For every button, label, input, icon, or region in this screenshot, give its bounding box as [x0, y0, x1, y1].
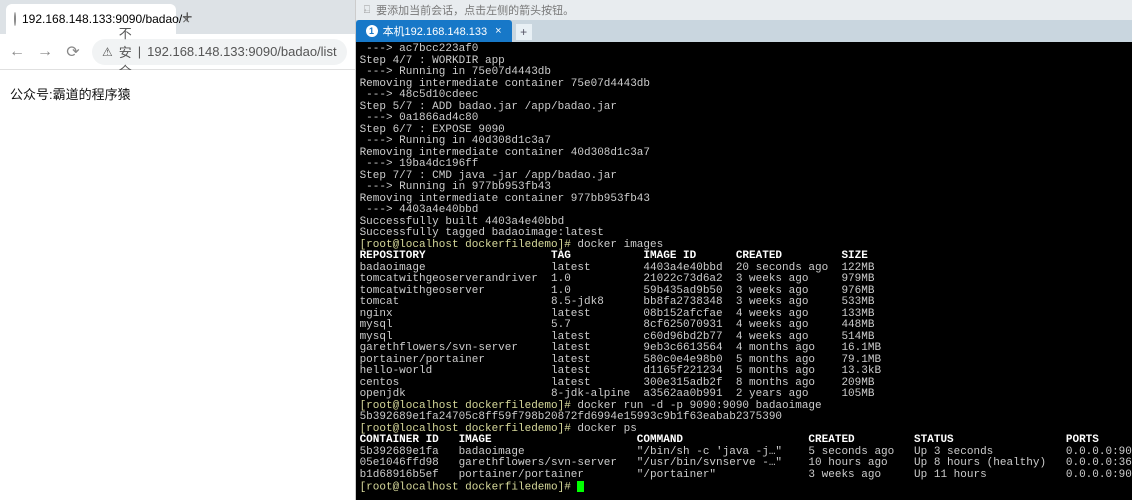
- warning-icon: ⚠: [102, 45, 113, 59]
- forward-icon[interactable]: →: [36, 43, 54, 61]
- globe-icon: [14, 12, 16, 26]
- reload-icon[interactable]: ⟳: [64, 42, 82, 62]
- terminal-pane: ⍇ 要添加当前会话，点击左侧的箭头按钮。 1 本机192.168.148.133…: [356, 0, 1132, 500]
- terminal-tabs: 1 本机192.168.148.133 × +: [356, 20, 1132, 42]
- hint-bar: ⍇ 要添加当前会话，点击左侧的箭头按钮。: [356, 0, 1132, 20]
- hint-text: 要添加当前会话，点击左侧的箭头按钮。: [376, 2, 574, 18]
- tab-title: 192.168.148.133:9090/badao/: [22, 12, 182, 26]
- url-text: 192.168.148.133:9090/badao/list: [147, 44, 336, 59]
- tab-index-icon: 1: [366, 25, 378, 37]
- back-icon[interactable]: ←: [8, 43, 26, 61]
- separator: |: [138, 44, 141, 59]
- terminal-output[interactable]: ---> ac7bcc223af0 Step 4/7 : WORKDIR app…: [356, 42, 1132, 500]
- new-tab-button[interactable]: +: [182, 7, 193, 28]
- browser-pane: 192.168.148.133:9090/badao/ × + ← → ⟳ ⚠ …: [0, 0, 356, 500]
- browser-tab[interactable]: 192.168.148.133:9090/badao/ ×: [6, 4, 176, 34]
- browser-tab-bar: 192.168.148.133:9090/badao/ × +: [0, 0, 355, 34]
- url-field[interactable]: ⚠ 不安全 | 192.168.148.133:9090/badao/list: [92, 39, 347, 65]
- close-icon[interactable]: ×: [495, 25, 501, 37]
- arrow-icon: ⍇: [364, 4, 371, 17]
- page-content: 公众号:霸道的程序猿: [0, 70, 355, 500]
- address-bar: ← → ⟳ ⚠ 不安全 | 192.168.148.133:9090/badao…: [0, 34, 355, 70]
- terminal-tab-label: 本机192.168.148.133: [383, 23, 488, 39]
- terminal-tab[interactable]: 1 本机192.168.148.133 ×: [356, 20, 512, 42]
- page-text: 公众号:霸道的程序猿: [10, 87, 131, 102]
- add-tab-button[interactable]: +: [516, 24, 532, 40]
